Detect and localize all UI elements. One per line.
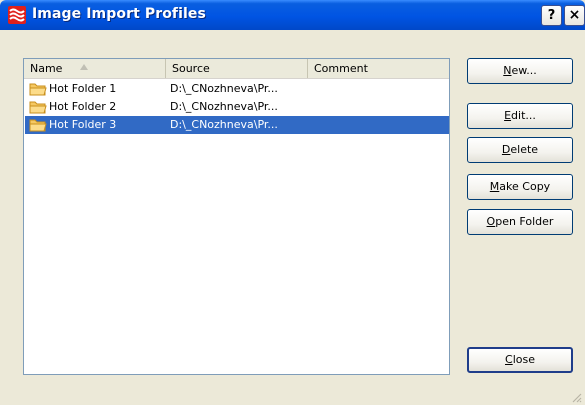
open-folder-button[interactable]: Open Folder xyxy=(467,209,573,235)
row-source: D:\_CNozhneva\Pr... xyxy=(170,100,278,113)
button-label: ake Copy xyxy=(499,180,551,193)
column-header-label: Comment xyxy=(314,62,368,75)
folder-icon xyxy=(29,101,47,114)
sort-ascending-icon xyxy=(80,64,88,70)
new-button[interactable]: New... xyxy=(467,58,573,84)
help-button[interactable]: ? xyxy=(541,5,562,26)
dialog-window: Image Import Profiles ? × Name Source Co… xyxy=(0,0,585,405)
profiles-list[interactable]: Name Source Comment Hot Folder 1 D:\_CNo… xyxy=(23,58,450,375)
list-item-selected[interactable]: Hot Folder 3 D:\_CNozhneva\Pr... xyxy=(25,116,449,134)
row-source: D:\_CNozhneva\Pr... xyxy=(170,118,278,131)
column-header-comment[interactable]: Comment xyxy=(308,59,449,78)
button-label: ew... xyxy=(511,64,537,77)
row-name: Hot Folder 1 xyxy=(49,82,117,95)
column-header-source[interactable]: Source xyxy=(166,59,308,78)
edit-button[interactable]: Edit... xyxy=(467,103,573,129)
list-item[interactable]: Hot Folder 2 D:\_CNozhneva\Pr... xyxy=(25,98,449,116)
row-source: D:\_CNozhneva\Pr... xyxy=(170,82,278,95)
column-header-label: Name xyxy=(30,62,63,75)
title-bar[interactable]: Image Import Profiles ? × xyxy=(0,0,585,30)
column-header-label: Source xyxy=(172,62,210,75)
folder-icon xyxy=(29,119,47,132)
button-mnemonic: C xyxy=(505,353,513,366)
close-button[interactable]: Close xyxy=(467,347,573,373)
folder-icon xyxy=(29,83,47,96)
button-label: pen Folder xyxy=(495,215,554,228)
button-label: dit... xyxy=(511,109,536,122)
button-mnemonic: E xyxy=(504,109,512,122)
close-window-button[interactable]: × xyxy=(564,5,585,26)
row-name: Hot Folder 3 xyxy=(49,118,117,131)
column-header-name[interactable]: Name xyxy=(24,59,166,78)
window-title: Image Import Profiles xyxy=(32,6,206,22)
button-label: lose xyxy=(512,353,535,366)
resize-grip-icon[interactable] xyxy=(570,391,582,403)
button-mnemonic: M xyxy=(489,180,500,193)
button-label: elete xyxy=(510,143,539,156)
app-logo-icon xyxy=(8,6,26,24)
list-header: Name Source Comment xyxy=(24,59,449,79)
button-mnemonic: O xyxy=(486,215,496,228)
list-item[interactable]: Hot Folder 1 D:\_CNozhneva\Pr... xyxy=(25,80,449,98)
make-copy-button[interactable]: Make Copy xyxy=(467,174,573,200)
row-name: Hot Folder 2 xyxy=(49,100,117,113)
delete-button[interactable]: Delete xyxy=(467,137,573,163)
